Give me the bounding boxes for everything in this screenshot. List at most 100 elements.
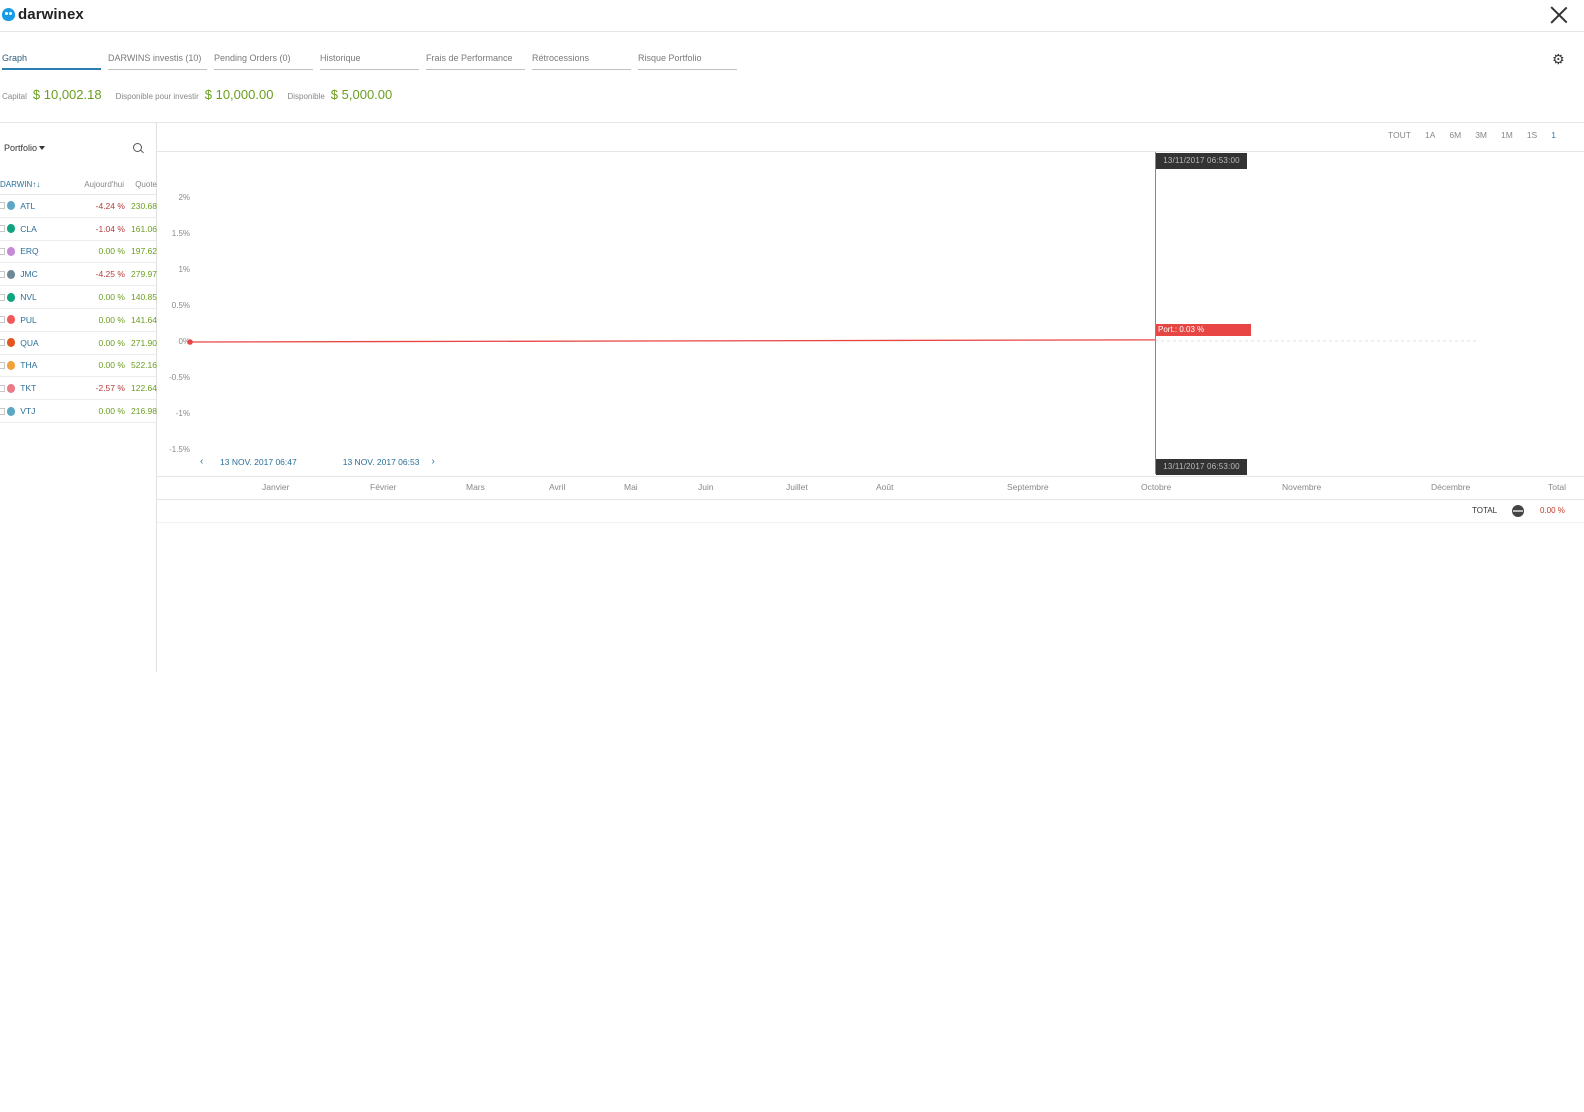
month-column-header: Août bbox=[876, 482, 894, 492]
month-column-header: Mai bbox=[624, 482, 638, 492]
darwin-color-dot bbox=[6, 406, 16, 416]
darwin-name[interactable]: CLA bbox=[20, 224, 48, 234]
table-row[interactable]: THA 0.00 % 522.16 bbox=[0, 355, 157, 378]
row-checkbox[interactable] bbox=[0, 407, 5, 415]
month-column-header: Octobre bbox=[1141, 482, 1172, 492]
range-button[interactable]: TOUT bbox=[1388, 130, 1411, 140]
darwin-name[interactable]: THA bbox=[20, 360, 48, 370]
month-column-header: Mars bbox=[466, 482, 485, 492]
total-value: 0.00 % bbox=[1540, 506, 1565, 515]
darwin-name[interactable]: TKT bbox=[20, 383, 48, 393]
table-row[interactable]: QUA 0.00 % 271.90 bbox=[0, 332, 157, 355]
divider bbox=[157, 499, 1584, 500]
chevron-left-icon[interactable]: ‹ bbox=[200, 457, 208, 467]
table-row[interactable]: VTJ 0.00 % 216.98 bbox=[0, 400, 157, 423]
portfolio-avatar-icon bbox=[1512, 505, 1524, 517]
month-column-header: Décembre bbox=[1431, 482, 1471, 492]
month-column-header: Juillet bbox=[786, 482, 808, 492]
darwin-name[interactable]: JMC bbox=[20, 269, 48, 279]
range-button[interactable]: 1A bbox=[1425, 130, 1435, 140]
row-checkbox[interactable] bbox=[0, 339, 5, 347]
month-column-header: Avril bbox=[549, 482, 566, 492]
tab-risque-portfolio[interactable]: Risque Portfolio bbox=[638, 52, 737, 70]
tab-frais-performance[interactable]: Frais de Performance bbox=[426, 52, 525, 70]
range-button[interactable]: 1S bbox=[1527, 130, 1537, 140]
row-checkbox[interactable] bbox=[0, 270, 5, 278]
row-checkbox[interactable] bbox=[0, 361, 5, 369]
logo[interactable]: darwinex bbox=[2, 6, 84, 23]
table-row[interactable]: TKT -2.57 % 122.64 bbox=[0, 377, 157, 401]
row-checkbox[interactable] bbox=[0, 202, 5, 210]
table-row[interactable]: PUL 0.00 % 141.64 bbox=[0, 309, 157, 332]
tab-bar: Graph DARWINS investis (10) Pending Orde… bbox=[2, 52, 737, 70]
darwin-quote: 140.85 bbox=[131, 292, 157, 303]
table-row[interactable]: ATL -4.24 % 230.68 bbox=[0, 195, 157, 218]
search-icon[interactable] bbox=[133, 143, 144, 154]
table-row[interactable]: JMC -4.25 % 279.97 bbox=[0, 263, 157, 287]
today-header[interactable]: Aujourd'hui bbox=[46, 180, 124, 189]
darwin-color-dot bbox=[6, 201, 16, 211]
brand-name: darwinex bbox=[18, 6, 84, 23]
darwin-name[interactable]: PUL bbox=[20, 315, 48, 325]
table-body: ATL -4.24 % 230.68 CLA -1.04 % 161.06 ERQ 0.00 … bbox=[0, 195, 157, 423]
range-button[interactable]: 1M bbox=[1501, 130, 1513, 140]
darwin-quote: 141.64 bbox=[131, 314, 157, 325]
darwin-quote: 197.62 bbox=[131, 246, 157, 257]
darwin-today-change: -2.57 % bbox=[95, 383, 125, 394]
darwin-today-change: -1.04 % bbox=[95, 223, 125, 234]
darwin-quote: 271.90 bbox=[131, 337, 157, 348]
tab-pending-orders[interactable]: Pending Orders (0) bbox=[214, 52, 313, 70]
darwin-today-change: 0.00 % bbox=[98, 314, 125, 325]
row-checkbox[interactable] bbox=[0, 293, 5, 301]
nav-start-date: 13 NOV. 2017 06:47 bbox=[220, 457, 297, 467]
darwin-today-change: 0.00 % bbox=[98, 360, 125, 371]
table-row[interactable]: NVL 0.00 % 140.85 bbox=[0, 286, 157, 309]
row-checkbox[interactable] bbox=[0, 384, 5, 392]
tab-historique[interactable]: Historique bbox=[320, 52, 419, 70]
darwin-quote: 230.68 bbox=[131, 200, 157, 211]
capital-value: $ 10,002.18 bbox=[32, 87, 102, 102]
table-row[interactable]: ERQ 0.00 % 197.62 bbox=[0, 241, 157, 264]
darwin-name[interactable]: VTJ bbox=[20, 406, 48, 416]
crosshair-date-top: 13/11/2017 06:53:00 bbox=[1156, 153, 1247, 169]
darwin-quote: 279.97 bbox=[131, 269, 157, 280]
gear-icon[interactable]: ⚙ bbox=[1552, 52, 1566, 66]
portfolio-dropdown[interactable]: Portfolio bbox=[4, 143, 46, 153]
chevron-right-icon[interactable]: › bbox=[431, 457, 439, 467]
darwin-today-change: 0.00 % bbox=[98, 246, 125, 257]
row-checkbox[interactable] bbox=[0, 316, 5, 324]
table-row[interactable]: CLA -1.04 % 161.06 bbox=[0, 218, 157, 241]
tab-graph[interactable]: Graph bbox=[2, 52, 101, 70]
portfolio-value-tag: Port.: 0.03 % bbox=[1156, 324, 1251, 336]
range-button[interactable]: 3M bbox=[1475, 130, 1487, 140]
darwin-name[interactable]: NVL bbox=[20, 292, 48, 302]
chevron-down-icon bbox=[39, 146, 46, 150]
portfolio-label: Portfolio bbox=[4, 143, 38, 153]
darwin-quote: 216.98 bbox=[131, 406, 157, 417]
month-column-header: Février bbox=[370, 482, 397, 492]
month-column-header: Septembre bbox=[1007, 482, 1049, 492]
range-button[interactable]: 1 bbox=[1551, 130, 1556, 140]
series-start-point bbox=[187, 339, 193, 345]
divider bbox=[157, 522, 1584, 523]
darwin-quote: 122.64 bbox=[131, 383, 157, 394]
row-checkbox[interactable] bbox=[0, 225, 5, 233]
darwinex-logo-icon bbox=[2, 8, 15, 21]
month-column-header: Janvier bbox=[262, 482, 290, 492]
month-column-header: Novembre bbox=[1282, 482, 1322, 492]
tab-darwins-investis[interactable]: DARWINS investis (10) bbox=[108, 52, 207, 70]
invest-label: Disponible pour investir bbox=[115, 92, 199, 101]
darwin-list-panel: Portfolio DARWIN↑↓ Aujourd'hui Quote ATL… bbox=[0, 123, 157, 672]
darwin-name[interactable]: ATL bbox=[20, 201, 48, 211]
range-selector: TOUT 1A 6M 3M 1M 1S 1 bbox=[1388, 130, 1570, 140]
row-checkbox[interactable] bbox=[0, 247, 5, 255]
sort-darwin-header[interactable]: DARWIN↑↓ bbox=[0, 180, 46, 189]
darwin-name[interactable]: QUA bbox=[20, 338, 48, 348]
tab-retrocessions[interactable]: Rétrocessions bbox=[532, 52, 631, 70]
range-button[interactable]: 6M bbox=[1449, 130, 1461, 140]
quote-header[interactable]: Quote bbox=[124, 180, 157, 189]
darwin-color-dot bbox=[6, 360, 16, 370]
close-icon[interactable] bbox=[1550, 6, 1568, 24]
darwin-name[interactable]: ERQ bbox=[20, 246, 48, 256]
nav-end-date: 13 NOV. 2017 06:53 bbox=[342, 457, 420, 467]
